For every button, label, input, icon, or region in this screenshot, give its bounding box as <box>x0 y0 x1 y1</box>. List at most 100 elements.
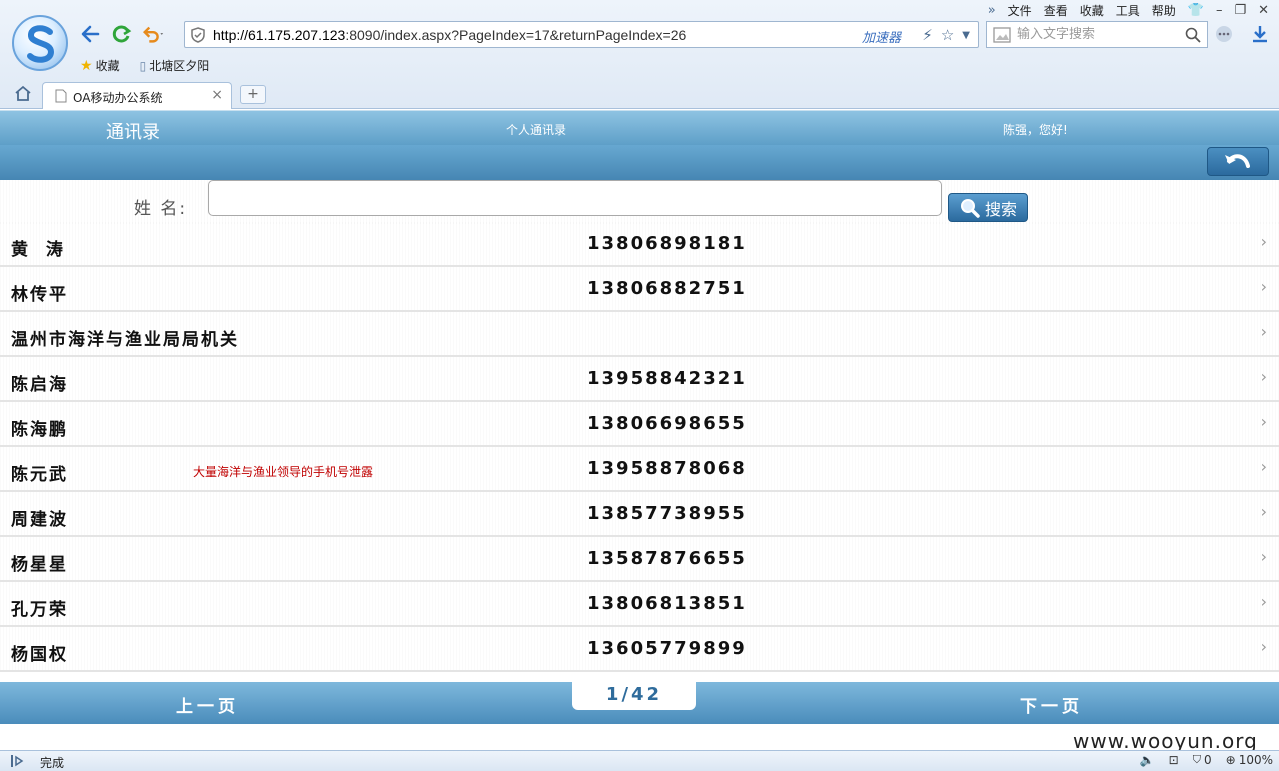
toolbox-icon[interactable]: ⊡ <box>1169 753 1179 767</box>
browser-search-input[interactable] <box>1017 25 1177 44</box>
contact-row[interactable]: 温州市海洋与渔业局局机关 › <box>0 312 1279 357</box>
sub-header-bar <box>0 145 1279 180</box>
chevron-right-icon[interactable]: › <box>1261 637 1267 656</box>
restore-icon[interactable]: ❐ <box>1234 3 1246 18</box>
back-arrow-icon <box>81 25 100 43</box>
contact-phone: 13806882751 <box>587 278 747 299</box>
contact-row[interactable]: 陈海鹏 13806698655 › <box>0 402 1279 447</box>
page-icon <box>55 89 67 103</box>
search-icon[interactable] <box>1185 27 1201 43</box>
pager-bar: 上一页 1/42 下一页 <box>0 680 1279 724</box>
bookmark-favorites[interactable]: ★ 收藏 <box>80 57 120 74</box>
refresh-icon <box>112 25 132 43</box>
search-icon <box>960 198 980 218</box>
page-header: 通讯录 个人通讯录 陈强，您好! <box>0 110 1279 145</box>
contact-phone: 13958878068 <box>587 458 747 479</box>
double-chevron-icon[interactable]: » <box>988 3 996 18</box>
chevron-right-icon[interactable]: › <box>1261 412 1267 431</box>
star-filled-icon: ★ <box>80 57 93 74</box>
contact-row[interactable]: 孔万荣 13806813851 › <box>0 582 1279 627</box>
personal-contacts-link[interactable]: 个人通讯录 <box>506 121 566 138</box>
volume-icon[interactable]: 🔈 <box>1140 753 1155 767</box>
chevron-right-icon[interactable]: › <box>1261 277 1267 296</box>
contact-row[interactable]: 陈启海 13958842321 › <box>0 357 1279 402</box>
contact-list: 黄 涛 13806898181 › 林传平 13806882751 › 温州市海… <box>0 222 1279 672</box>
contact-row[interactable]: 杨星星 13587876655 › <box>0 537 1279 582</box>
browser-search-box[interactable] <box>986 21 1208 48</box>
contact-phone: 13806698655 <box>587 413 747 434</box>
contact-row[interactable]: 林传平 13806882751 › <box>0 267 1279 312</box>
bookmark-beitang[interactable]: ▯ 北塘区夕阳 <box>140 57 210 74</box>
lightning-icon[interactable]: ⚡ <box>922 26 933 44</box>
tab-title: OA移动办公系统 <box>73 91 163 105</box>
contact-phone: 13857738955 <box>587 503 747 524</box>
contact-phone: 13605779899 <box>587 638 747 659</box>
url-text[interactable]: http://61.175.207.123:8090/index.aspx?Pa… <box>213 27 686 43</box>
chevron-right-icon[interactable]: › <box>1261 367 1267 386</box>
contact-name: 孔万荣 <box>11 600 68 620</box>
star-icon[interactable]: ☆ <box>941 26 954 44</box>
contact-phone: 13958842321 <box>587 368 747 389</box>
refresh-button[interactable] <box>109 22 133 46</box>
contact-name: 林传平 <box>11 285 68 305</box>
tab-close-icon[interactable]: × <box>211 87 223 103</box>
next-page-button[interactable]: 下一页 <box>1020 692 1083 717</box>
page-indicator: 1/42 <box>572 680 696 710</box>
chevron-right-icon[interactable]: › <box>1261 232 1267 251</box>
minimize-icon[interactable]: – <box>1216 3 1223 18</box>
chevron-right-icon[interactable]: › <box>1261 502 1267 521</box>
name-search-input[interactable] <box>208 180 942 216</box>
contact-phone: 13806813851 <box>587 593 747 614</box>
back-button[interactable] <box>78 22 102 46</box>
accelerator-label[interactable]: 加速器 <box>862 27 901 46</box>
skin-icon[interactable]: 👕 <box>1188 3 1204 18</box>
page-title: 通讯录 <box>106 122 160 143</box>
contact-phone: 13587876655 <box>587 548 747 569</box>
more-icon[interactable] <box>1215 25 1233 43</box>
adblock-counter[interactable]: ⛉ 0 <box>1193 753 1212 767</box>
shield-icon: ⛉ <box>1192 753 1201 766</box>
chevron-right-icon[interactable]: › <box>1261 457 1267 476</box>
image-search-icon <box>993 27 1011 43</box>
sidebar-toggle-icon[interactable] <box>10 754 26 768</box>
prev-page-button[interactable]: 上一页 <box>176 692 239 717</box>
contact-row[interactable]: 陈元武 大量海洋与渔业领导的手机号泄露 13958878068 › <box>0 447 1279 492</box>
home-icon[interactable] <box>14 85 32 102</box>
contact-row[interactable]: 杨国权 13605779899 › <box>0 627 1279 672</box>
new-tab-button[interactable]: + <box>240 85 266 104</box>
contact-name: 周建波 <box>11 510 68 530</box>
tab-strip: OA移动办公系统 × + <box>0 80 1279 109</box>
contact-name: 陈海鹏 <box>11 420 68 440</box>
contact-name: 杨国权 <box>11 645 68 665</box>
undo-icon <box>142 26 164 43</box>
download-icon[interactable] <box>1251 24 1269 44</box>
chevron-right-icon[interactable]: › <box>1261 322 1267 341</box>
name-label: 姓 名: <box>134 199 188 219</box>
page-icon: ▯ <box>139 58 147 73</box>
contact-name: 杨星星 <box>11 555 68 575</box>
contact-row[interactable]: 黄 涛 13806898181 › <box>0 222 1279 267</box>
menu-favorites[interactable]: 收藏 <box>1080 2 1104 19</box>
status-text: 完成 <box>40 756 65 770</box>
menu-file[interactable]: 文件 <box>1008 2 1032 19</box>
menu-bar: » 文件 查看 收藏 工具 帮助 👕 – ❐ ✕ <box>988 2 1269 19</box>
chevron-right-icon[interactable]: › <box>1261 592 1267 611</box>
search-button-label: 搜索 <box>984 199 1017 219</box>
menu-tools[interactable]: 工具 <box>1116 2 1140 19</box>
browser-logo-icon[interactable] <box>12 15 68 71</box>
chevron-right-icon[interactable]: › <box>1261 547 1267 566</box>
menu-view[interactable]: 查看 <box>1044 2 1068 19</box>
undo-button[interactable] <box>141 22 165 46</box>
menu-help[interactable]: 帮助 <box>1152 2 1176 19</box>
contact-row[interactable]: 周建波 13857738955 › <box>0 492 1279 537</box>
user-greeting: 陈强，您好! <box>1003 123 1068 137</box>
search-button[interactable]: 搜索 <box>948 193 1028 222</box>
close-window-icon[interactable]: ✕ <box>1258 3 1269 18</box>
tab-oa-system[interactable]: OA移动办公系统 × <box>42 82 232 109</box>
shield-icon <box>191 27 205 43</box>
contact-name: 温州市海洋与渔业局局机关 <box>11 330 239 350</box>
chevron-down-icon[interactable]: ▼ <box>962 30 970 41</box>
address-bar[interactable]: http://61.175.207.123:8090/index.aspx?Pa… <box>184 21 979 48</box>
return-button[interactable] <box>1207 147 1269 176</box>
zoom-control[interactable]: ⊕ 100% <box>1226 753 1273 767</box>
